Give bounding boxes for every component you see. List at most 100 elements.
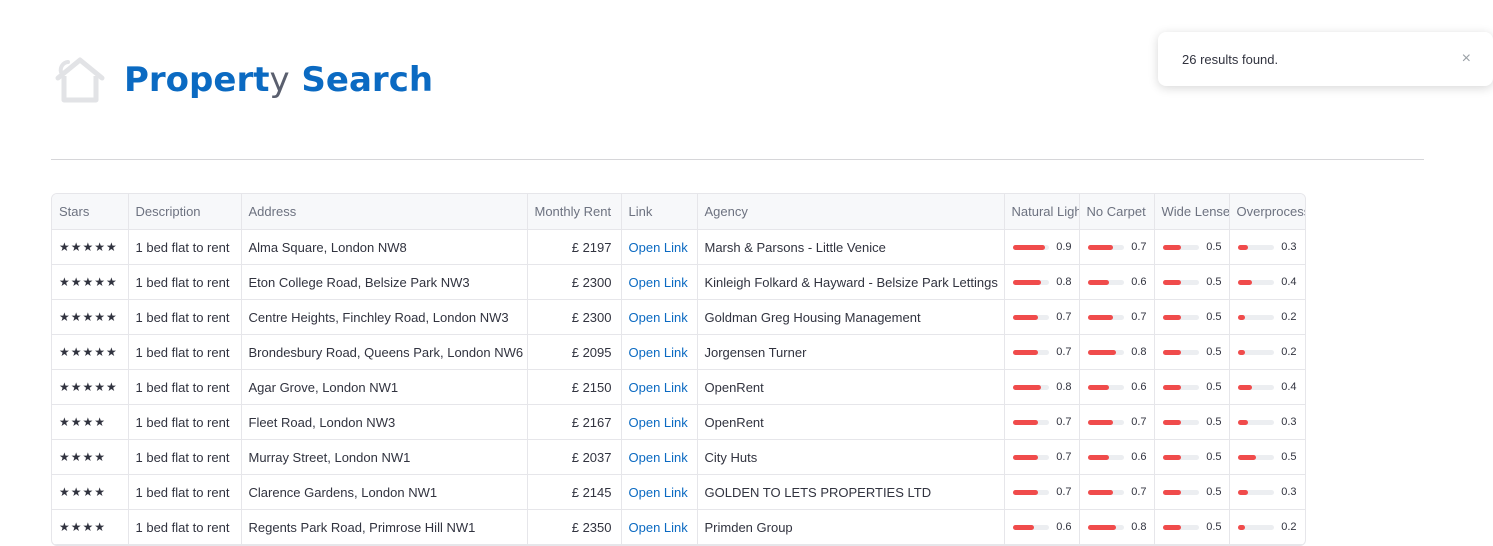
progress-fill bbox=[1237, 454, 1256, 460]
stars-cell: ★★★★ bbox=[52, 509, 129, 545]
address-cell: Centre Heights, Finchley Road, London NW… bbox=[241, 299, 528, 335]
progress-value: 0.7 bbox=[1056, 416, 1072, 428]
wide-lense-cell: 0.5 bbox=[1154, 264, 1230, 300]
progress-value: 0.7 bbox=[1131, 416, 1147, 428]
progress-value: 0.8 bbox=[1131, 346, 1147, 358]
progress-bar bbox=[1162, 419, 1199, 425]
progress-value: 0.8 bbox=[1131, 521, 1147, 533]
agency-cell: Marsh & Parsons - Little Venice bbox=[697, 229, 1005, 265]
wide-lense-cell: 0.5 bbox=[1154, 404, 1230, 440]
column-header[interactable]: No Carpet bbox=[1079, 194, 1155, 230]
overprocessed-cell: 0.2 bbox=[1229, 334, 1305, 370]
progress-value: 0.4 bbox=[1281, 276, 1297, 288]
open-link[interactable]: Open Link bbox=[629, 485, 688, 500]
progress-value: 0.5 bbox=[1206, 381, 1222, 393]
progress-fill bbox=[1162, 419, 1181, 425]
agency-cell: Goldman Greg Housing Management bbox=[697, 299, 1005, 335]
address-cell: Fleet Road, London NW3 bbox=[241, 404, 528, 440]
description-cell: 1 bed flat to rent bbox=[128, 334, 242, 370]
open-link[interactable]: Open Link bbox=[629, 380, 688, 395]
progress-bar bbox=[1087, 454, 1124, 460]
column-header[interactable]: Monthly Rent bbox=[527, 194, 622, 230]
progress-bar bbox=[1237, 384, 1274, 390]
progress-value: 0.6 bbox=[1131, 276, 1147, 288]
no-carpet-cell: 0.8 bbox=[1079, 509, 1155, 545]
address-cell: Brondesbury Road, Queens Park, London NW… bbox=[241, 334, 528, 370]
stars-cell: ★★★★★ bbox=[52, 334, 129, 370]
close-icon[interactable]: × bbox=[1462, 50, 1471, 68]
column-header[interactable]: Wide Lense bbox=[1154, 194, 1230, 230]
column-header[interactable]: Stars bbox=[52, 194, 129, 230]
progress-fill bbox=[1237, 314, 1245, 320]
open-link[interactable]: Open Link bbox=[629, 415, 688, 430]
address-cell: Agar Grove, London NW1 bbox=[241, 369, 528, 405]
open-link[interactable]: Open Link bbox=[629, 240, 688, 255]
results-toast: 26 results found. × bbox=[1158, 32, 1493, 86]
rent-cell: £ 2167 bbox=[527, 404, 622, 440]
agency-cell: GOLDEN TO LETS PROPERTIES LTD bbox=[697, 474, 1005, 510]
description-cell: 1 bed flat to rent bbox=[128, 474, 242, 510]
progress-fill bbox=[1087, 279, 1110, 285]
table-row: ★★★★ 1 bed flat to rent Clarence Gardens, … bbox=[52, 474, 1305, 510]
rent-cell: £ 2150 bbox=[527, 369, 622, 405]
progress-value: 0.5 bbox=[1206, 451, 1222, 463]
description-cell: 1 bed flat to rent bbox=[128, 439, 242, 475]
progress-fill bbox=[1012, 384, 1042, 390]
progress-fill bbox=[1087, 314, 1113, 320]
description-cell: 1 bed flat to rent bbox=[128, 509, 242, 545]
open-link[interactable]: Open Link bbox=[629, 275, 688, 290]
wide-lense-cell: 0.5 bbox=[1154, 299, 1230, 335]
overprocessed-cell: 0.2 bbox=[1229, 299, 1305, 335]
no-carpet-cell: 0.7 bbox=[1079, 474, 1155, 510]
progress-value: 0.5 bbox=[1206, 521, 1222, 533]
progress-value: 0.7 bbox=[1131, 486, 1147, 498]
results-table: Stars Description Address Monthly Rent Link A… bbox=[51, 193, 1306, 546]
progress-bar bbox=[1012, 314, 1049, 320]
progress-value: 0.6 bbox=[1131, 381, 1147, 393]
column-header[interactable]: Natural Light bbox=[1004, 194, 1080, 230]
progress-value: 0.3 bbox=[1281, 241, 1297, 253]
overprocessed-cell: 0.3 bbox=[1229, 474, 1305, 510]
open-link[interactable]: Open Link bbox=[629, 310, 688, 325]
open-link[interactable]: Open Link bbox=[629, 345, 688, 360]
link-cell: Open Link bbox=[621, 509, 698, 545]
address-cell: Regents Park Road, Primrose Hill NW1 bbox=[241, 509, 528, 545]
table-body: ★★★★★ 1 bed flat to rent Alma Square, Lond… bbox=[52, 229, 1305, 545]
house-icon bbox=[55, 57, 105, 103]
progress-bar bbox=[1162, 244, 1199, 250]
column-header[interactable]: Description bbox=[128, 194, 242, 230]
table-row: ★★★★★ 1 bed flat to rent Alma Square, Lond… bbox=[52, 229, 1305, 265]
progress-fill bbox=[1162, 384, 1181, 390]
natural-light-cell: 0.7 bbox=[1004, 439, 1080, 475]
progress-bar bbox=[1087, 279, 1124, 285]
progress-value: 0.8 bbox=[1056, 276, 1072, 288]
progress-value: 0.6 bbox=[1056, 521, 1072, 533]
progress-bar bbox=[1237, 489, 1274, 495]
table-header-row: Stars Description Address Monthly Rent Link A… bbox=[52, 194, 1305, 230]
natural-light-cell: 0.7 bbox=[1004, 404, 1080, 440]
progress-value: 0.7 bbox=[1131, 241, 1147, 253]
progress-fill bbox=[1087, 244, 1113, 250]
progress-bar bbox=[1087, 419, 1124, 425]
progress-fill bbox=[1162, 454, 1181, 460]
table-row: ★★★★★ 1 bed flat to rent Agar Grove, Londo… bbox=[52, 369, 1305, 405]
progress-fill bbox=[1162, 314, 1181, 320]
address-cell: Clarence Gardens, London NW1 bbox=[241, 474, 528, 510]
progress-bar bbox=[1162, 314, 1199, 320]
column-header[interactable]: Link bbox=[621, 194, 698, 230]
agency-cell: City Huts bbox=[697, 439, 1005, 475]
divider bbox=[51, 159, 1424, 160]
address-cell: Alma Square, London NW8 bbox=[241, 229, 528, 265]
agency-cell: Primden Group bbox=[697, 509, 1005, 545]
column-header[interactable]: Overprocessed bbox=[1229, 194, 1305, 230]
overprocessed-cell: 0.2 bbox=[1229, 509, 1305, 545]
column-header[interactable]: Address bbox=[241, 194, 528, 230]
progress-fill bbox=[1012, 279, 1042, 285]
progress-bar bbox=[1012, 279, 1049, 285]
progress-value: 0.5 bbox=[1206, 311, 1222, 323]
column-header[interactable]: Agency bbox=[697, 194, 1005, 230]
open-link[interactable]: Open Link bbox=[629, 520, 688, 535]
page-header: Property Search bbox=[52, 52, 433, 108]
description-cell: 1 bed flat to rent bbox=[128, 404, 242, 440]
open-link[interactable]: Open Link bbox=[629, 450, 688, 465]
